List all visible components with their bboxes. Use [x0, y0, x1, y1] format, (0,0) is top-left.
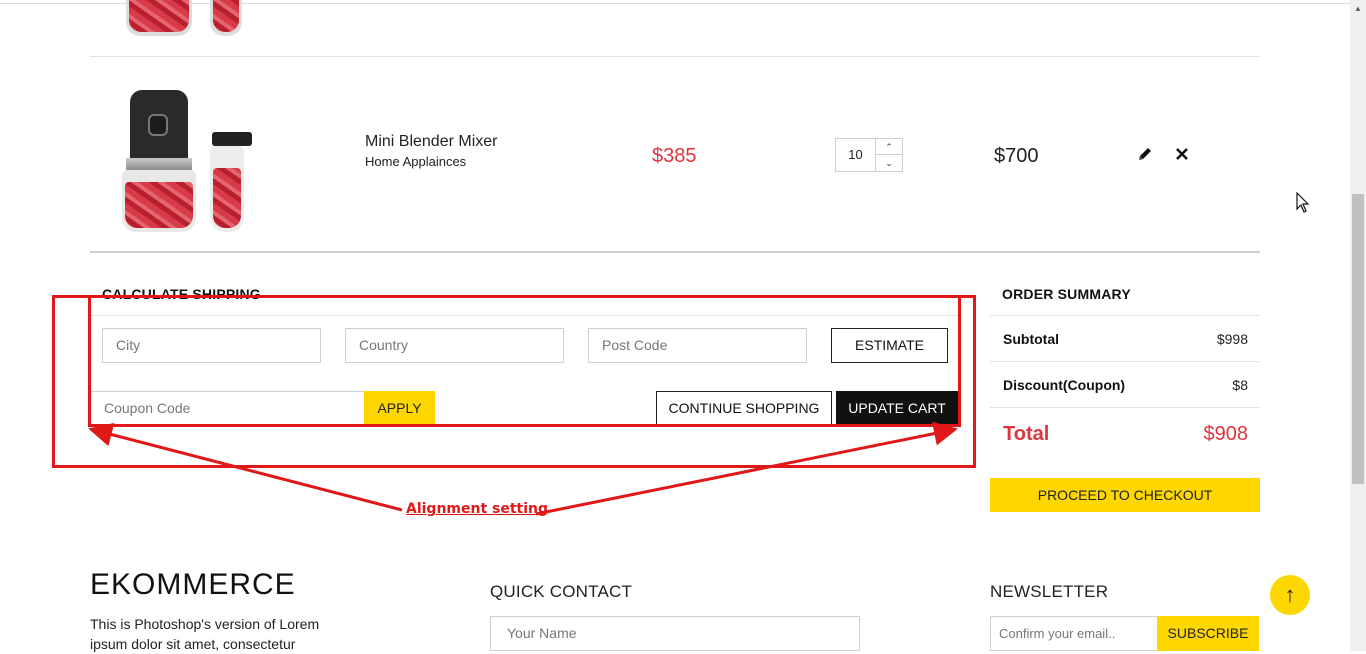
newsletter-email-field[interactable]: Confirm your email.. — [990, 616, 1158, 651]
order-summary-title: ORDER SUMMARY — [1002, 286, 1131, 302]
pencil-icon[interactable] — [1136, 145, 1154, 163]
subtotal-row: Subtotal $998 — [990, 316, 1260, 362]
quick-contact-title: QUICK CONTACT — [490, 582, 633, 601]
quantity-value[interactable]: 10 — [836, 139, 876, 171]
discount-value: $8 — [1232, 377, 1248, 393]
product-name[interactable]: Mini Blender Mixer — [365, 133, 497, 151]
subtotal-value: $998 — [1216, 331, 1248, 347]
footer-about-text: This is Photoshop's version of Lorem ips… — [90, 616, 320, 652]
discount-row: Discount(Coupon) $8 — [990, 362, 1260, 408]
total-label: Total — [1003, 423, 1050, 445]
cart-table-bottom-border — [90, 251, 1260, 253]
total-value: $908 — [1203, 423, 1249, 445]
discount-label: Discount(Coupon) — [1003, 377, 1126, 393]
product-price: $385 — [652, 145, 697, 167]
quantity-stepper[interactable]: 10 ⌃ ⌄ — [835, 138, 903, 172]
scroll-up-arrow-icon[interactable]: ▲ — [1350, 0, 1366, 17]
vertical-scrollbar[interactable]: ▲ — [1350, 0, 1366, 651]
annotation-label: Alignment setting — [406, 501, 549, 517]
row-divider — [90, 56, 1260, 57]
scrollbar-thumb[interactable] — [1352, 194, 1364, 484]
product-category: Home Applainces — [365, 154, 467, 169]
chevron-up-icon[interactable]: ⌃ — [876, 139, 902, 155]
annotation-inner-box — [88, 295, 961, 427]
previous-product-image — [120, 0, 250, 40]
brand-logo[interactable]: EKOMMERCE — [90, 568, 296, 602]
total-row: Total $908 — [990, 408, 1260, 460]
mouse-cursor-icon — [1296, 192, 1310, 213]
your-name-field[interactable]: Your Name — [490, 616, 860, 651]
line-total: $700 — [994, 145, 1039, 167]
close-icon[interactable] — [1174, 146, 1190, 162]
subscribe-button[interactable]: SUBSCRIBE — [1157, 616, 1259, 651]
product-image — [118, 88, 258, 236]
subtotal-label: Subtotal — [1003, 331, 1059, 347]
proceed-to-checkout-button[interactable]: PROCEED TO CHECKOUT — [990, 478, 1260, 512]
chevron-down-icon[interactable]: ⌄ — [876, 155, 902, 171]
arrow-up-icon[interactable]: ↑ — [1270, 575, 1310, 615]
newsletter-title: NEWSLETTER — [990, 582, 1109, 601]
